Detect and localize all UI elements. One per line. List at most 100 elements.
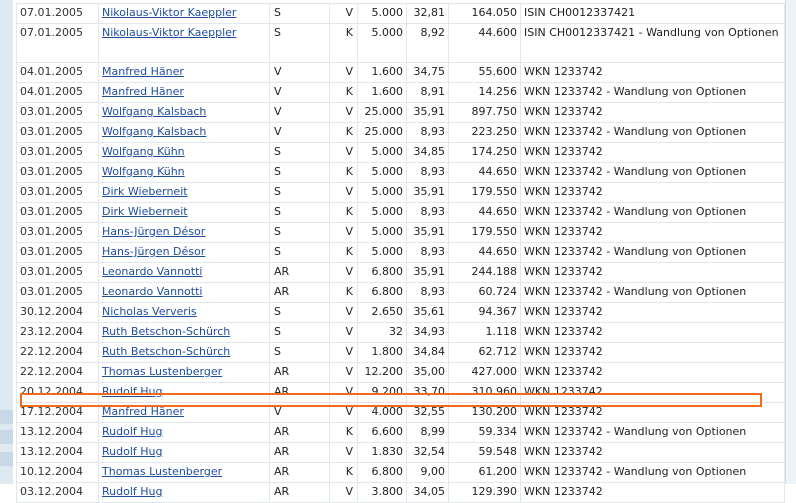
trade-date: 07.01.2005 [16,23,99,63]
trade-quantity: 5.000 [357,142,407,163]
trade-quantity: 5.000 [357,182,407,203]
trade-description: WKN 1233742 [520,402,785,423]
trade-type: V [329,402,358,423]
insider-name-link[interactable]: Hans-Jürgen Désor [102,245,205,258]
insider-name-cell: Manfred Häner [98,62,270,83]
trade-date: 10.12.2004 [16,462,99,483]
trade-type: K [329,422,358,443]
left-sidebar-strip [0,0,13,484]
insider-role: AR [269,482,330,503]
insider-name-link[interactable]: Wolfgang Kühn [102,165,185,178]
trade-type: V [329,482,358,503]
insider-name-link[interactable]: Ruth Betschon-Schürch [102,345,230,358]
insider-name-link[interactable]: Dirk Wieberneit [102,185,188,198]
trade-price: 8,93 [406,162,449,183]
insider-name-cell: Hans-Jürgen Désor [98,222,270,243]
trade-price: 32,81 [406,3,449,24]
insider-name-link[interactable]: Wolfgang Kühn [102,145,185,158]
trade-date: 03.12.2004 [16,482,99,503]
trade-date: 04.01.2005 [16,82,99,103]
table-row: 07.01.2005 Nikolaus-Viktor Kaeppler S V 5.00… [16,3,785,24]
table-row: 03.01.2005 Dirk Wieberneit S K 5.000 8,93 44.6… [16,202,785,223]
trade-description: WKN 1233742 [520,382,785,403]
trade-type: V [329,62,358,83]
insider-role: AR [269,262,330,283]
insider-name-cell: Wolfgang Kalsbach [98,122,270,143]
trade-quantity: 6.800 [357,462,407,483]
insider-name-link[interactable]: Leonardo Vannotti [102,285,202,298]
insider-name-link[interactable]: Dirk Wieberneit [102,205,188,218]
trade-price: 8,91 [406,82,449,103]
insider-name-link[interactable]: Leonardo Vannotti [102,265,202,278]
insider-name-link[interactable]: Nikolaus-Viktor Kaeppler [102,6,236,19]
trade-date: 03.01.2005 [16,262,99,283]
trade-description: ISIN CH0012337421 [520,3,785,24]
insider-name-link[interactable]: Manfred Häner [102,405,184,418]
table-row: 03.01.2005 Hans-Jürgen Désor S V 5.000 35,91 1… [16,222,785,243]
insider-name-link[interactable]: Wolfgang Kalsbach [102,105,206,118]
insider-name-link[interactable]: Thomas Lustenberger [102,365,222,378]
table-row: 03.01.2005 Wolfgang Kalsbach V V 25.000 35,91… [16,102,785,123]
insider-name-cell: Nikolaus-Viktor Kaeppler [98,23,270,63]
insider-name-link[interactable]: Rudolf Hug [102,485,162,498]
trade-total: 44.650 [448,202,521,223]
sidebar-marker [0,452,13,466]
trade-quantity: 32 [357,322,407,343]
insider-role: AR [269,422,330,443]
insider-name-link[interactable]: Rudolf Hug [102,385,162,398]
insider-role: S [269,23,330,63]
trade-description: WKN 1233742 [520,342,785,363]
trade-price: 34,84 [406,342,449,363]
trade-description: WKN 1233742 - Wandlung von Optionen [520,122,785,143]
trade-date: 23.12.2004 [16,322,99,343]
insider-name-link[interactable]: Hans-Jürgen Désor [102,225,205,238]
table-row: 20.12.2004 Rudolf Hug AR V 9.200 33,70 310.960… [16,382,785,403]
insider-name-cell: Wolfgang Kühn [98,142,270,163]
insider-name-link[interactable]: Manfred Häner [102,85,184,98]
insider-role: AR [269,462,330,483]
trade-date: 13.12.2004 [16,422,99,443]
trade-quantity: 5.000 [357,242,407,263]
trade-price: 8,93 [406,122,449,143]
trade-type: V [329,442,358,463]
insider-name-cell: Rudolf Hug [98,382,270,403]
trade-description: WKN 1233742 - Wandlung von Optionen [520,162,785,183]
trade-type: V [329,322,358,343]
insider-name-link[interactable]: Ruth Betschon-Schürch [102,325,230,338]
trade-total: 55.600 [448,62,521,83]
table-row: 04.01.2005 Manfred Häner V K 1.600 8,91 14.256… [16,82,785,103]
insider-role: V [269,102,330,123]
insider-name-cell: Dirk Wieberneit [98,202,270,223]
insider-name-link[interactable]: Rudolf Hug [102,425,162,438]
trade-date: 03.01.2005 [16,222,99,243]
table-row: 03.01.2005 Hans-Jürgen Désor S K 5.000 8,93 44… [16,242,785,263]
trade-total: 129.390 [448,482,521,503]
trade-description: WKN 1233742 [520,362,785,383]
trade-price: 8,92 [406,23,449,63]
insider-name-link[interactable]: Wolfgang Kalsbach [102,125,206,138]
trade-date: 03.01.2005 [16,122,99,143]
trade-description: WKN 1233742 [520,222,785,243]
trade-total: 60.724 [448,282,521,303]
insider-name-cell: Nicholas Ververis [98,302,270,323]
insider-name-link[interactable]: Nicholas Ververis [102,305,197,318]
insider-role: AR [269,362,330,383]
table-row: 03.12.2004 Rudolf Hug AR V 3.800 34,05 129.390… [16,482,785,503]
trade-description: WKN 1233742 - Wandlung von Optionen [520,422,785,443]
table-row: 23.12.2004 Ruth Betschon-Schürch S V 32 34,93… [16,322,785,343]
trade-type: V [329,342,358,363]
insider-name-link[interactable]: Thomas Lustenberger [102,465,222,478]
trade-total: 14.256 [448,82,521,103]
table-row: 10.12.2004 Thomas Lustenberger AR K 6.800 9,0… [16,462,785,483]
insider-name-link[interactable]: Rudolf Hug [102,445,162,458]
trade-quantity: 25.000 [357,102,407,123]
trade-price: 8,93 [406,282,449,303]
insider-name-link[interactable]: Nikolaus-Viktor Kaeppler [102,26,236,39]
trade-date: 03.01.2005 [16,282,99,303]
trade-total: 310.960 [448,382,521,403]
insider-role: S [269,322,330,343]
trade-date: 04.01.2005 [16,62,99,83]
trade-date: 03.01.2005 [16,142,99,163]
trade-description: WKN 1233742 [520,442,785,463]
insider-name-link[interactable]: Manfred Häner [102,65,184,78]
